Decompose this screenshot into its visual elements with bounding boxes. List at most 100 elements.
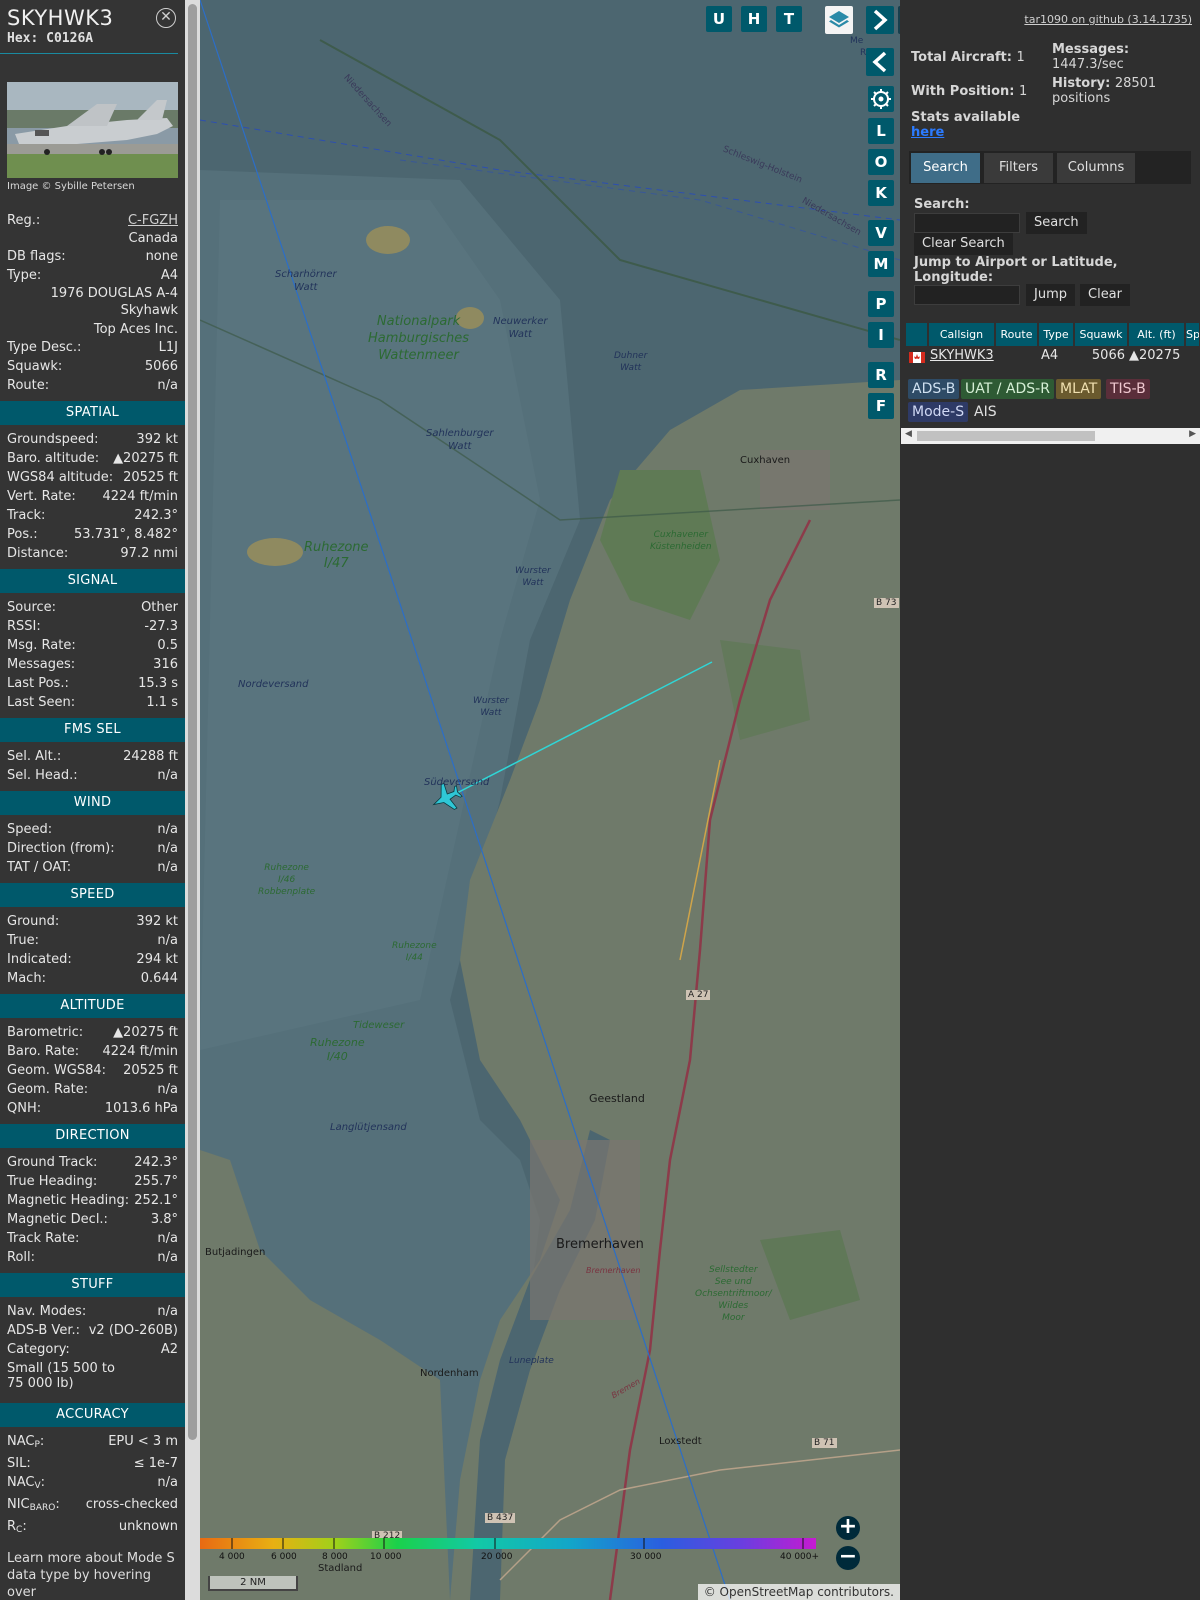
chip-mlat[interactable]: MLAT: [1056, 379, 1102, 399]
dbflags-value: none: [145, 249, 178, 264]
route-label: Route:: [7, 378, 50, 393]
direction-row: Magnetic Heading: 252.1°: [0, 1191, 185, 1210]
chip-modes[interactable]: Mode-S: [908, 402, 969, 422]
tab-search[interactable]: Search: [911, 153, 980, 183]
chip-tisb[interactable]: TIS-B: [1106, 379, 1150, 399]
alt-tick-10000: 10 000: [370, 1552, 402, 1562]
expand-sidebar-icon[interactable]: [866, 6, 894, 34]
label-loxstedt: Loxstedt: [659, 1436, 702, 1447]
hscroll-thumb[interactable]: [917, 431, 1095, 441]
spatial-value: 53.731°, 8.482°: [74, 527, 178, 542]
jump-button[interactable]: Jump: [1026, 284, 1075, 306]
typedesc-value: L1J: [158, 340, 178, 355]
close-icon[interactable]: ✕: [156, 8, 176, 28]
chip-uat[interactable]: UAT / ADS-R: [961, 379, 1054, 399]
dbflags-row: DB flags: none: [0, 247, 185, 266]
settings-gear-icon[interactable]: [868, 86, 894, 112]
stuff-row: Category: A2: [0, 1340, 185, 1359]
col-route[interactable]: Route: [996, 323, 1038, 346]
signal-label: Msg. Rate:: [7, 638, 76, 653]
type-label: Type:: [7, 268, 42, 283]
layers-icon[interactable]: [825, 6, 853, 34]
col-type[interactable]: Type: [1039, 323, 1074, 346]
github-link[interactable]: tar1090 on github (3.14.1735): [1024, 13, 1192, 26]
scrollbar-thumb[interactable]: [188, 4, 197, 1440]
wind-value: n/a: [157, 822, 178, 837]
reg-row: Reg.: C-FGZH: [0, 211, 185, 230]
table-horizontal-scrollbar[interactable]: ◀ ▶: [901, 428, 1200, 444]
direction-label: Ground Track:: [7, 1155, 98, 1170]
wind-rows: Speed: n/a Direction (from): n/a TAT / OAT: n…: [0, 820, 185, 877]
col-altitude[interactable]: Alt. (ft): [1129, 323, 1185, 346]
altitude-color-legend: [200, 1538, 816, 1549]
sil-row: SIL: ≤ 1e-7: [0, 1454, 185, 1473]
scroll-left-icon[interactable]: ◀: [905, 429, 912, 439]
jump-input[interactable]: [914, 285, 1020, 305]
map-button-h[interactable]: H: [741, 6, 767, 32]
label-nordeversand: Nordeversand: [238, 679, 309, 690]
col-squawk[interactable]: Squawk: [1075, 323, 1128, 346]
zoom-in-icon[interactable]: +: [836, 1516, 860, 1540]
rc-label: RC:: [7, 1519, 27, 1535]
spatial-value: 97.2 nmi: [120, 546, 178, 561]
spatial-label: Vert. Rate:: [7, 489, 76, 504]
direction-label: Magnetic Decl.:: [7, 1212, 108, 1227]
signal-value: 15.3 s: [138, 676, 178, 691]
aircraft-model: 1976 DOUGLAS A-4 Skyhawk: [50, 286, 178, 318]
registration-link[interactable]: C-FGZH: [128, 211, 178, 230]
stuff-value: n/a: [157, 1304, 178, 1319]
label-ruhezone146: Ruhezone I/46 Robbenplate: [258, 863, 316, 897]
scroll-right-icon[interactable]: ▶: [1189, 429, 1196, 439]
stats-link[interactable]: here: [911, 125, 944, 140]
map-button-v[interactable]: V: [868, 220, 894, 246]
label-sahlenburger: Sahlenburger Watt: [426, 428, 494, 452]
nicbaro-label: NICBARO:: [7, 1497, 60, 1513]
label-b71: B 71: [812, 1438, 837, 1448]
section-stuff: STUFF: [0, 1273, 185, 1297]
tab-columns[interactable]: Columns: [1057, 153, 1135, 183]
altitude-label: Geom. WGS84:: [7, 1063, 107, 1078]
clear-button[interactable]: Clear: [1080, 284, 1130, 306]
col-speed[interactable]: Sp: [1186, 323, 1200, 346]
osm-link[interactable]: OpenStreetMap: [720, 1585, 814, 1599]
map-button-u[interactable]: U: [706, 6, 732, 32]
col-callsign[interactable]: Callsign: [929, 323, 995, 346]
map-button-o[interactable]: O: [868, 149, 894, 175]
map-button-r[interactable]: R: [868, 362, 894, 388]
clear-search-button[interactable]: Clear Search: [914, 233, 1013, 255]
alt-tick-6000: 6 000: [271, 1552, 297, 1562]
section-fms: FMS SEL: [0, 718, 185, 742]
info-rows: Reg.: C-FGZH Canada DB flags: none Type: A4…: [0, 211, 185, 1600]
wind-row: Direction (from): n/a: [0, 839, 185, 858]
map-button-l[interactable]: L: [868, 118, 894, 144]
direction-value: 242.3°: [134, 1155, 178, 1170]
map-view[interactable]: Nationalpark Hamburgisches Wattenmeer Scha…: [200, 0, 900, 1600]
signal-label: Source:: [7, 600, 57, 615]
altitude-value: 20525 ft: [123, 1063, 178, 1078]
search-input[interactable]: [914, 213, 1020, 233]
tab-filters[interactable]: Filters: [984, 153, 1053, 183]
map-button-f[interactable]: F: [868, 393, 894, 419]
label-geestland: Geestland: [589, 1092, 645, 1105]
search-button[interactable]: Search: [1026, 212, 1087, 234]
info-panel-scrollbar[interactable]: [185, 0, 200, 1600]
callsign-title: SKYHWK3: [7, 6, 114, 30]
map-button-t[interactable]: T: [776, 6, 802, 32]
aircraft-photo[interactable]: [7, 82, 178, 178]
map-button-i[interactable]: I: [868, 322, 894, 348]
spatial-label: Track:: [7, 508, 46, 523]
map-button-k[interactable]: K: [868, 180, 894, 206]
wind-value: n/a: [157, 860, 178, 875]
label-mo: Me: [850, 36, 864, 46]
collapse-sidebar-icon[interactable]: [866, 48, 894, 76]
speed-value: 0.644: [140, 971, 178, 986]
nacv-row: NACV: n/a: [0, 1473, 185, 1492]
learn-more-text: Learn more about Mode S data type by hov…: [7, 1551, 175, 1600]
chip-adsb[interactable]: ADS-B: [908, 379, 960, 399]
chip-ais[interactable]: AIS: [970, 402, 1001, 422]
map-button-p[interactable]: P: [868, 291, 894, 317]
zoom-out-icon[interactable]: −: [836, 1546, 860, 1570]
row-callsign[interactable]: SKYHWK3: [930, 347, 994, 365]
label-scharhorner: Scharhörner Watt: [275, 269, 337, 293]
map-button-m[interactable]: M: [868, 251, 894, 277]
